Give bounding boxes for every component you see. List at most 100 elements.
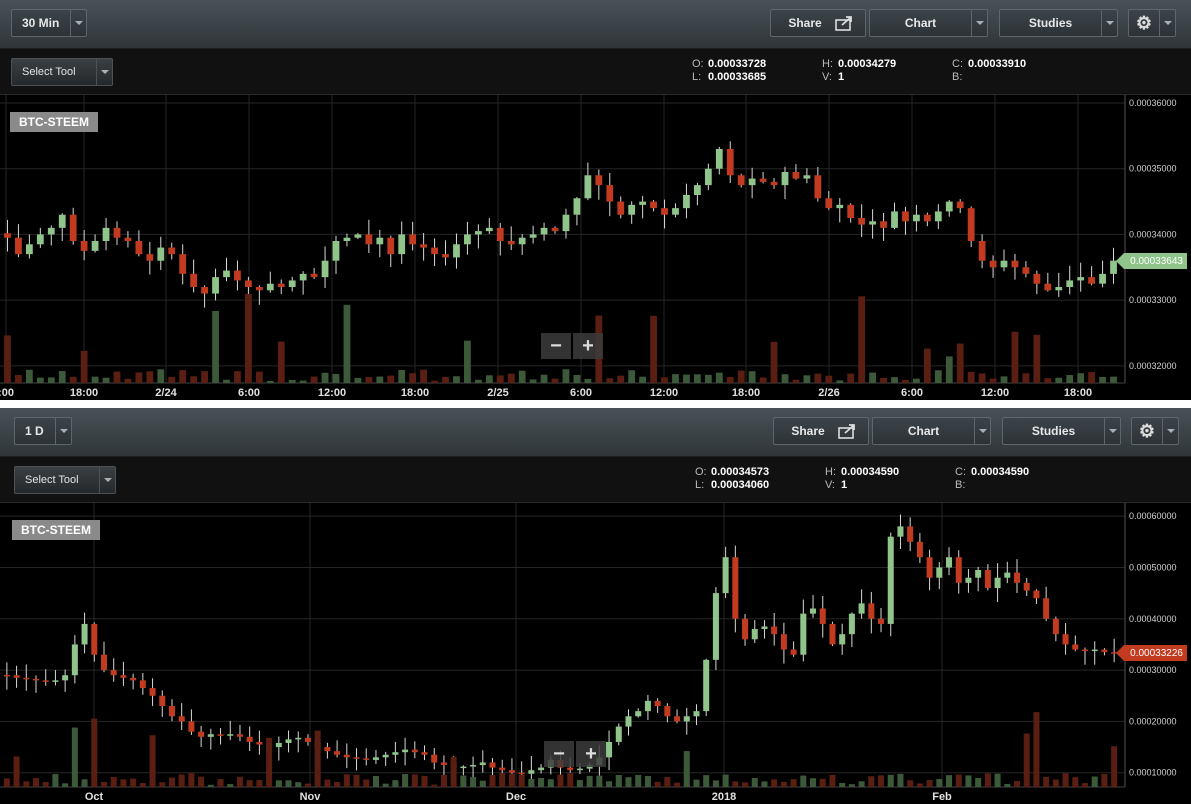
volume-bar <box>1110 376 1117 383</box>
volume-bar <box>485 375 493 383</box>
candle-body <box>71 644 78 676</box>
candle-body <box>781 172 789 186</box>
candle-body <box>573 198 581 215</box>
select-tool-dropdown[interactable]: Select Tool <box>14 466 116 494</box>
studies-dropdown[interactable]: Studies <box>999 9 1118 37</box>
chart-subbar: Select Tool O: 0.00033728 L: 0.00033685 H:… <box>0 49 1191 95</box>
interval-label: 1 D <box>25 424 44 438</box>
interval-dropdown[interactable]: 30 Min <box>11 9 87 37</box>
candle-body <box>411 749 418 753</box>
candle-body <box>130 677 137 681</box>
settings-dropdown[interactable]: ⚙ <box>1128 9 1176 37</box>
volume-bar <box>989 378 997 383</box>
volume-bar <box>891 377 898 383</box>
volume-bar <box>47 377 55 383</box>
volume-bar <box>978 373 986 383</box>
volume-bar <box>470 777 477 787</box>
volume-bar <box>255 371 263 383</box>
select-tool-label: Select Tool <box>22 66 76 78</box>
candle-body <box>639 201 647 205</box>
volume-bar <box>120 779 127 787</box>
candle-body <box>956 201 964 209</box>
candle-body <box>139 680 146 689</box>
chart-type-dropdown[interactable]: Chart <box>872 417 991 445</box>
volume-bar <box>474 379 482 383</box>
chart-panel-1d: 1 D Share Chart Studies ⚙ Select Tool O:… <box>0 408 1191 804</box>
candle-body <box>4 233 11 238</box>
volume-bar <box>878 775 885 787</box>
candle-body <box>288 280 296 287</box>
candle-body <box>479 762 486 766</box>
candle-body <box>91 623 98 655</box>
candle-body <box>664 706 671 717</box>
volume-bar <box>113 371 121 383</box>
volume-bar <box>810 778 817 787</box>
volume-bar <box>81 779 88 787</box>
interval-dropdown[interactable]: 1 D <box>14 417 72 445</box>
candle-body <box>36 234 44 245</box>
chart-type-dropdown[interactable]: Chart <box>869 9 988 37</box>
candle-body <box>100 654 107 671</box>
volume-bar <box>80 350 88 383</box>
candle-body <box>299 273 307 281</box>
volume-bar <box>936 778 943 787</box>
candle-body <box>869 221 876 225</box>
candle-body <box>245 280 252 287</box>
candle-body <box>1044 283 1052 291</box>
candle-body <box>343 237 351 241</box>
volume-bar <box>994 773 1001 787</box>
volume-bar <box>62 783 69 787</box>
volume-bar <box>1000 376 1008 383</box>
candle-body <box>836 204 844 209</box>
candle-body <box>771 626 778 635</box>
x-tick-label: Dec <box>506 791 526 803</box>
select-tool-dropdown[interactable]: Select Tool <box>11 58 113 86</box>
candle-body <box>946 557 953 568</box>
volume-bar <box>606 781 613 787</box>
volume-bar <box>956 343 964 383</box>
candle-body <box>227 734 234 736</box>
share-button[interactable]: Share <box>770 9 866 37</box>
candle-body <box>3 674 10 677</box>
candle-body <box>52 680 59 682</box>
volume-bar <box>726 376 734 383</box>
x-tick-label: 12:00 <box>318 387 346 399</box>
candle-body <box>420 244 428 248</box>
volume-bar <box>310 376 318 383</box>
candle-body <box>858 218 866 225</box>
candle-body <box>654 700 661 707</box>
volume-bar <box>829 774 836 787</box>
zoom-in-button[interactable]: + <box>573 333 603 359</box>
chevron-down-icon <box>100 70 109 74</box>
x-tick-label: Nov <box>300 791 322 803</box>
zoom-out-button[interactable]: − <box>541 333 571 359</box>
volume-bar <box>573 374 581 383</box>
volume-bar <box>683 374 690 383</box>
candle-body <box>188 721 195 732</box>
candle-body <box>256 741 263 745</box>
candle-body <box>334 751 341 755</box>
x-tick-label: Feb <box>932 791 952 803</box>
y-tick-label: 0.00030000 <box>1129 665 1177 675</box>
volume-bar <box>1066 375 1074 383</box>
settings-dropdown[interactable]: ⚙ <box>1131 417 1179 445</box>
volume-bar <box>596 775 603 787</box>
volume-bar <box>916 783 923 787</box>
volume-bar <box>732 781 739 787</box>
volume-bar <box>168 777 175 787</box>
x-tick-label: 18:00 <box>401 387 429 399</box>
share-button[interactable]: Share <box>773 417 869 445</box>
candle-body <box>967 208 975 241</box>
candle-body <box>693 185 701 195</box>
volume-bar <box>1077 373 1085 383</box>
zoom-in-button[interactable]: + <box>576 741 606 767</box>
candle-body <box>715 149 723 169</box>
candle-body <box>387 237 395 255</box>
volume-bar <box>557 774 564 787</box>
zoom-out-button[interactable]: − <box>544 741 574 767</box>
candle-body <box>1023 582 1030 591</box>
studies-dropdown[interactable]: Studies <box>1002 417 1121 445</box>
candle-body <box>431 754 438 763</box>
volume-bar <box>790 779 797 787</box>
candle-body <box>507 241 515 245</box>
